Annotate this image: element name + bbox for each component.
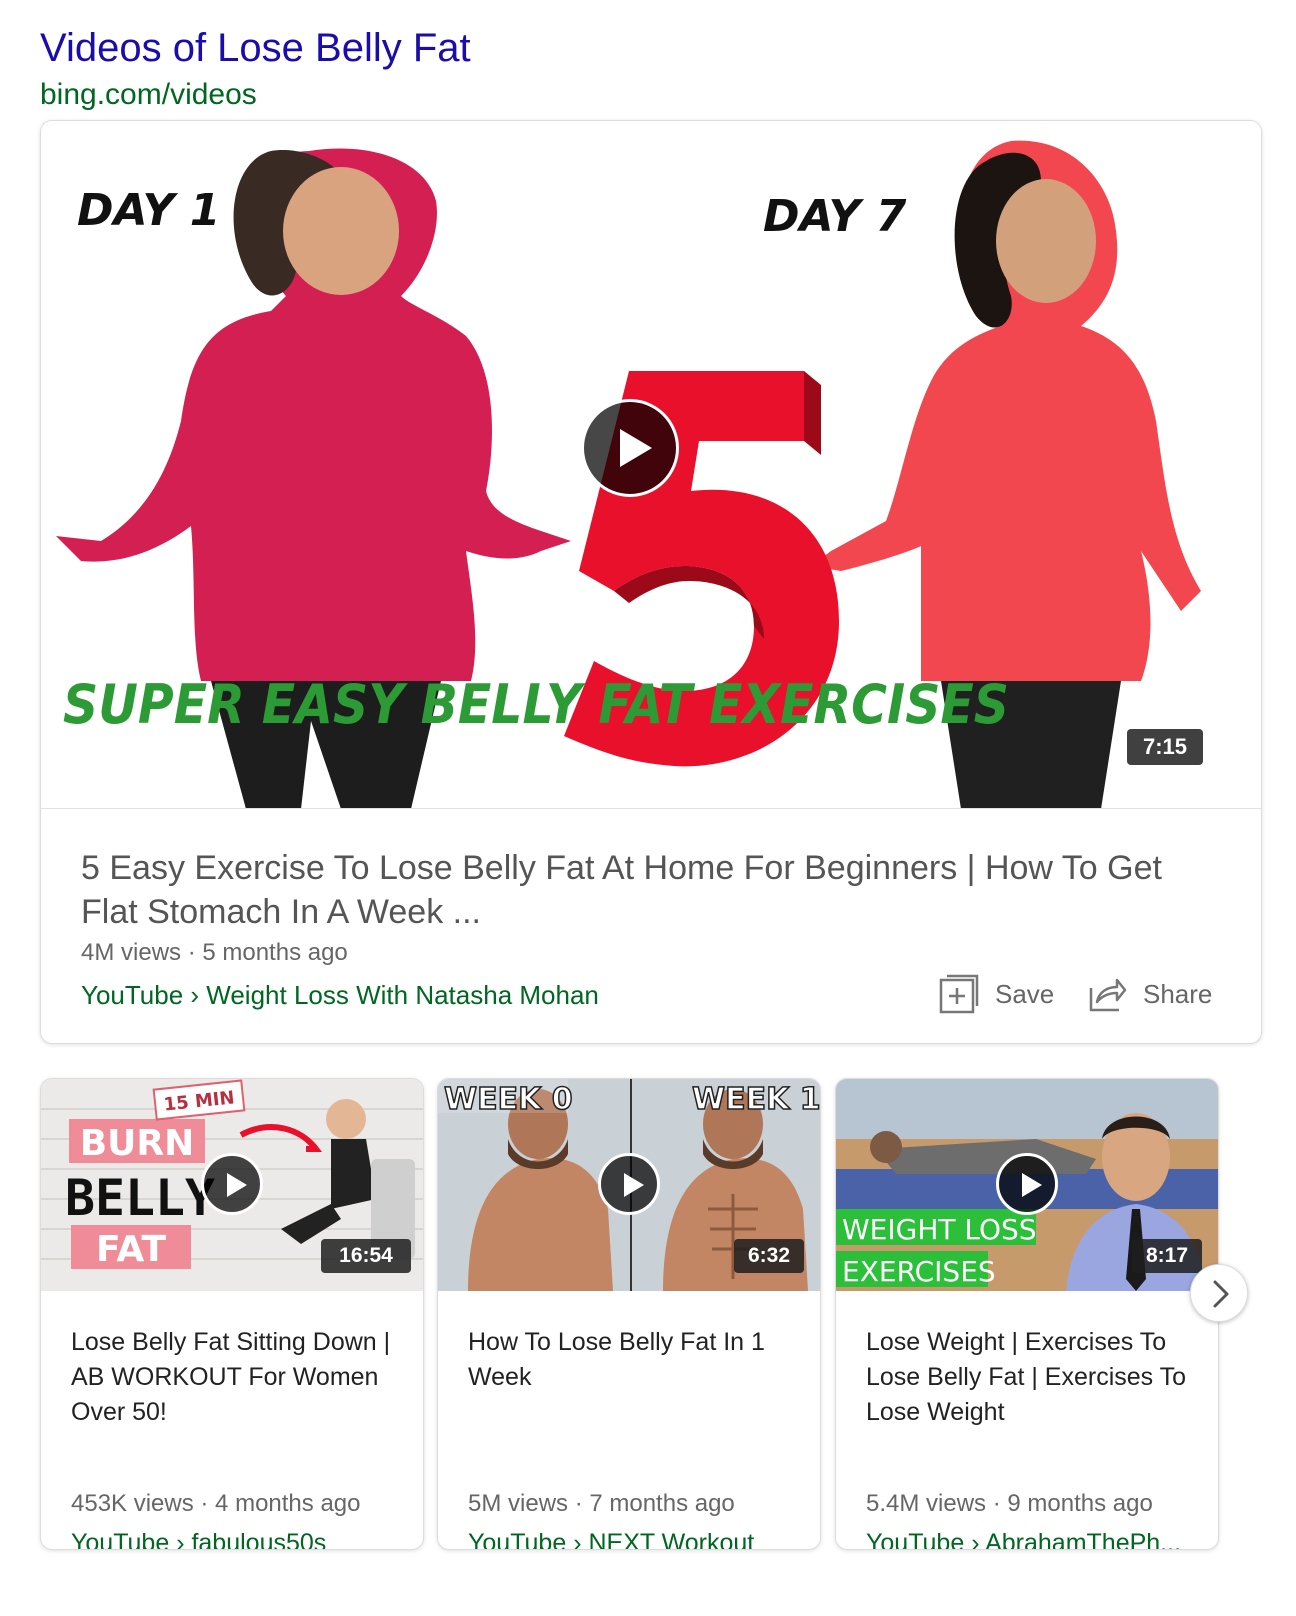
video-meta-3: 5.4M views · 9 months ago xyxy=(866,1490,1153,1517)
duration-badge: 7:15 xyxy=(1127,729,1203,765)
featured-thumbnail[interactable]: DAY 1 DAY 7 SUPER EASY BELLY FAT EXERCIS… xyxy=(41,121,1261,809)
save-label: Save xyxy=(995,978,1055,1009)
next-button[interactable] xyxy=(1190,1264,1248,1322)
thumb2-right: WEEK 1 xyxy=(692,1082,821,1117)
save-button[interactable]: Save xyxy=(939,972,1054,1016)
header-url[interactable]: bing.com/videos xyxy=(40,76,257,114)
video-card-2[interactable]: WEEK 0 WEEK 1 6:32 How To Lose Belly Fat… xyxy=(437,1078,821,1550)
thumb3-line1: WEIGHT LOSS xyxy=(842,1213,1037,1246)
video-thumbnail-3[interactable]: WEIGHT LOSS EXERCISES 8:17 xyxy=(836,1079,1218,1291)
video-thumbnail-1[interactable]: 15 MIN BURN BELLY FAT 16:54 xyxy=(41,1079,423,1291)
video-title-3[interactable]: Lose Weight | Exercises To Lose Belly Fa… xyxy=(866,1325,1196,1430)
video-thumbnail-2[interactable]: WEEK 0 WEEK 1 6:32 xyxy=(438,1079,821,1291)
video-title-1[interactable]: Lose Belly Fat Sitting Down | AB WORKOUT… xyxy=(71,1325,401,1430)
chevron-right-icon xyxy=(1213,1280,1229,1308)
day7-caption: DAY 7 xyxy=(763,191,907,242)
duration-badge: 16:54 xyxy=(321,1239,411,1273)
play-icon[interactable] xyxy=(201,1153,263,1215)
thumb1-line1: BURN xyxy=(80,1123,195,1164)
video-source-3[interactable]: YouTube › AbrahamThePh... xyxy=(866,1527,1206,1549)
video-meta-1: 453K views · 4 months ago xyxy=(71,1490,361,1517)
play-icon[interactable] xyxy=(598,1153,660,1215)
video-title-2[interactable]: How To Lose Belly Fat In 1 Week xyxy=(468,1325,798,1395)
thumb2-left: WEEK 0 xyxy=(444,1082,573,1117)
featured-video-meta: 4M views · 5 months ago xyxy=(81,939,348,966)
share-label: Share xyxy=(1143,978,1213,1009)
thumb3-line2: EXERCISES xyxy=(842,1255,996,1288)
video-source-1[interactable]: YouTube › fabulous50s xyxy=(71,1527,411,1549)
video-source-2[interactable]: YouTube › NEXT Workout xyxy=(468,1527,808,1549)
header-title[interactable]: Videos of Lose Belly Fat xyxy=(40,24,471,72)
thumb1-line3: FAT xyxy=(96,1229,167,1270)
thumb1-line2: BELLY xyxy=(65,1169,215,1227)
play-icon[interactable] xyxy=(996,1153,1058,1215)
share-arrow-icon xyxy=(1089,978,1127,1012)
play-icon[interactable] xyxy=(581,399,679,497)
duration-badge: 6:32 xyxy=(734,1239,804,1273)
day1-caption: DAY 1 xyxy=(77,185,220,236)
featured-video-title[interactable]: 5 Easy Exercise To Lose Belly Fat At Hom… xyxy=(81,846,1221,934)
featured-video-source[interactable]: YouTube › Weight Loss With Natasha Mohan xyxy=(81,978,599,1012)
video-card-3[interactable]: WEIGHT LOSS EXERCISES 8:17 Lose Weight |… xyxy=(835,1078,1219,1550)
video-meta-2: 5M views · 7 months ago xyxy=(468,1490,735,1517)
thumbnail-banner: SUPER EASY BELLY FAT EXERCISES xyxy=(63,673,1009,736)
plus-square-icon xyxy=(939,974,979,1014)
share-button[interactable]: Share xyxy=(1087,972,1212,1016)
featured-video-card[interactable]: DAY 1 DAY 7 SUPER EASY BELLY FAT EXERCIS… xyxy=(40,120,1262,1044)
video-card-1[interactable]: 15 MIN BURN BELLY FAT 16:54 Lose Belly F… xyxy=(40,1078,424,1550)
